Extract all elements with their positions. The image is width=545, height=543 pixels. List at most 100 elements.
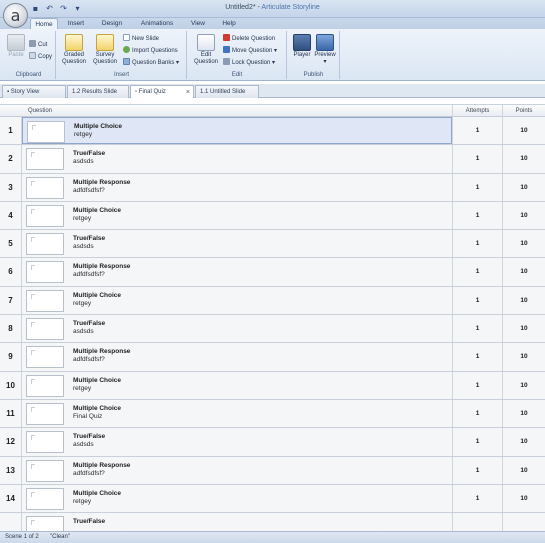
survey-question-button[interactable]: Survey Question [90,34,120,66]
slide-thumbnail[interactable] [26,516,64,531]
table-row[interactable]: 9 Multiple Response adfdfsdfsf? 1 10 [0,343,545,372]
attempts-cell[interactable]: 1 [452,428,502,456]
table-row[interactable]: 5 True/False asdsds 1 10 [0,230,545,259]
attempts-cell[interactable]: 1 [452,286,502,315]
slide-thumbnail[interactable] [26,204,64,227]
table-row[interactable]: 2 True/False asdsds 1 10 [0,145,545,174]
lock-question-button[interactable]: Lock Question ▾ [223,58,275,68]
attempts-cell[interactable]: 1 [452,371,502,399]
slide-thumbnail[interactable] [26,346,64,369]
table-row[interactable]: 7 Multiple Choice retgey 1 10 [0,286,545,316]
slide-thumbnail[interactable] [26,318,64,341]
tab-animations[interactable]: Animations [136,18,178,29]
attempts-cell[interactable]: 1 [452,258,502,286]
points-cell[interactable]: 10 [502,343,545,371]
attempts-cell[interactable]: 1 [452,343,502,371]
points-cell[interactable]: 10 [502,145,545,173]
table-row[interactable]: 10 Multiple Choice retgey 1 10 [0,371,545,400]
tab-insert[interactable]: Insert [62,18,90,29]
column-header-points[interactable]: Points [502,105,545,117]
points-cell[interactable]: 10 [502,173,545,201]
question-cell[interactable]: Multiple Choice retgey [22,485,452,512]
tab-story-view[interactable]: ▪ Story View [2,85,66,98]
question-cell[interactable]: Multiple Choice retgey [22,117,452,145]
question-cell[interactable]: True/False [22,513,452,531]
import-questions-button[interactable]: Import Questions [123,46,178,56]
attempts-cell[interactable]: 1 [452,173,502,201]
attempts-cell[interactable]: 1 [452,484,502,513]
question-cell[interactable]: Multiple Choice retgey [22,202,452,229]
move-question-button[interactable]: Move Question ▾ [223,46,277,56]
slide-thumbnail[interactable] [26,487,64,510]
question-cell[interactable]: Multiple Response adfdfsdfsf? [22,174,452,201]
new-slide-button[interactable]: New Slide [123,34,159,44]
question-cell[interactable]: Multiple Response adfdfsdfsf? [22,258,452,285]
tab-help[interactable]: Help [216,18,242,29]
table-row[interactable]: True/False [0,513,545,531]
tab-untitled-slide[interactable]: 1.1 Untitled Slide [195,85,259,98]
slide-thumbnail[interactable] [26,233,64,256]
points-cell[interactable]: 10 [502,286,545,315]
table-row[interactable]: 12 True/False asdsds 1 10 [0,428,545,457]
tab-final-quiz[interactable]: ▫ Final Quiz × [130,85,194,98]
slide-thumbnail[interactable] [26,402,64,425]
attempts-cell[interactable]: 1 [452,456,502,484]
slide-thumbnail[interactable] [27,121,65,143]
cut-button[interactable]: Cut [29,40,47,50]
question-cell[interactable]: Multiple Response adfdfsdfsf? [22,457,452,484]
slide-thumbnail[interactable] [26,431,64,454]
edit-question-button[interactable]: Edit Question [191,34,221,66]
question-cell[interactable]: True/False asdsds [22,315,452,342]
question-cell[interactable]: Multiple Choice Final Quiz [22,400,452,427]
table-row[interactable]: 6 Multiple Response adfdfsdfsf? 1 10 [0,258,545,287]
table-row[interactable]: 1 Multiple Choice retgey 1 10 [0,117,545,146]
tab-design[interactable]: Design [96,18,128,29]
points-cell[interactable]: 10 [502,258,545,286]
points-cell[interactable]: 10 [502,428,545,456]
attempts-cell[interactable]: 1 [452,117,502,145]
table-row[interactable]: 8 True/False asdsds 1 10 [0,315,545,344]
table-row[interactable]: 4 Multiple Choice retgey 1 10 [0,201,545,231]
attempts-cell[interactable]: 1 [452,399,502,428]
tab-results-slide[interactable]: 1.2 Results Slide [67,85,129,98]
table-row[interactable]: 13 Multiple Response adfdfsdfsf? 1 10 [0,456,545,485]
attempts-cell[interactable]: 1 [452,315,502,343]
graded-question-button[interactable]: Graded Question [59,34,89,66]
close-icon[interactable]: × [186,86,190,99]
question-cell[interactable]: Multiple Response adfdfsdfsf? [22,343,452,370]
question-cell[interactable]: Multiple Choice retgey [22,372,452,399]
points-cell[interactable] [502,513,545,531]
points-cell[interactable]: 10 [502,201,545,230]
table-row[interactable]: 3 Multiple Response adfdfsdfsf? 1 10 [0,173,545,202]
column-header-question[interactable]: Question [28,105,52,117]
points-cell[interactable]: 10 [502,117,545,145]
question-banks-button[interactable]: Question Banks ▾ [123,58,179,68]
paste-button[interactable]: Paste [3,34,29,59]
slide-thumbnail[interactable] [26,459,64,482]
attempts-cell[interactable]: 1 [452,201,502,230]
question-cell[interactable]: Multiple Choice retgey [22,287,452,314]
slide-thumbnail[interactable] [26,374,64,397]
question-cell[interactable]: True/False asdsds [22,145,452,172]
copy-button[interactable]: Copy [29,52,52,62]
question-cell[interactable]: True/False asdsds [22,230,452,257]
question-cell[interactable]: True/False asdsds [22,428,452,455]
attempts-cell[interactable] [452,513,502,531]
slide-thumbnail[interactable] [26,148,64,171]
points-cell[interactable]: 10 [502,484,545,513]
attempts-cell[interactable]: 1 [452,145,502,173]
points-cell[interactable]: 10 [502,371,545,399]
table-row[interactable]: 11 Multiple Choice Final Quiz 1 10 [0,399,545,429]
slide-thumbnail[interactable] [26,261,64,284]
points-cell[interactable]: 10 [502,399,545,428]
points-cell[interactable]: 10 [502,230,545,258]
tab-home[interactable]: Home [30,18,58,29]
delete-question-button[interactable]: Delete Question [223,34,275,44]
slide-thumbnail[interactable] [26,289,64,312]
column-header-attempts[interactable]: Attempts [452,105,502,117]
tab-view[interactable]: View [186,18,210,29]
table-row[interactable]: 14 Multiple Choice retgey 1 10 [0,484,545,514]
points-cell[interactable]: 10 [502,315,545,343]
app-menu-button[interactable]: a [3,3,28,28]
attempts-cell[interactable]: 1 [452,230,502,258]
